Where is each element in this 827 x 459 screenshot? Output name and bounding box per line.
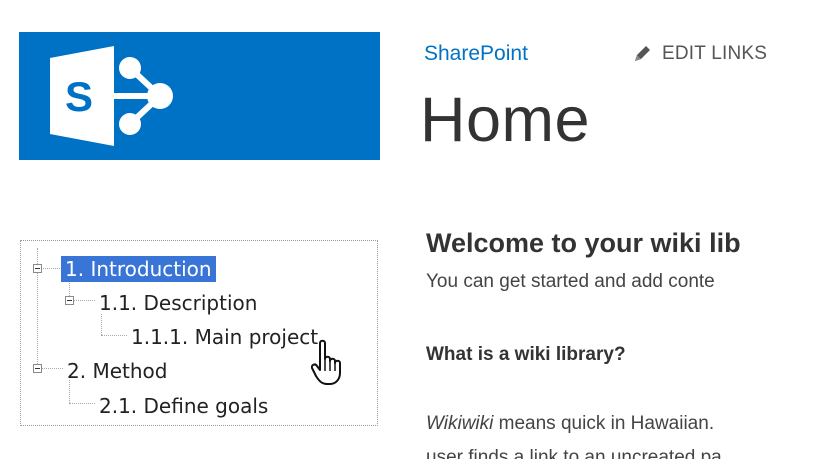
tree-connector	[69, 403, 95, 404]
logo-letter: S	[65, 73, 93, 120]
pencil-icon	[635, 46, 650, 61]
wiki-library-subheading: What is a wiki library?	[426, 344, 626, 365]
edit-links-button[interactable]: EDIT LINKS	[632, 43, 767, 65]
page-title: Home	[420, 85, 591, 155]
tree-node-description[interactable]: 1.1. Description	[99, 290, 257, 316]
tree-node-introduction[interactable]: 1. Introduction	[61, 256, 216, 282]
welcome-heading: Welcome to your wiki lib	[426, 228, 741, 258]
wiki-paragraph-text: means quick in Hawaiian.	[493, 413, 715, 434]
sharepoint-logo[interactable]: S	[19, 32, 380, 160]
intro-text: You can get started and add conte	[426, 271, 715, 292]
wiki-paragraph-next-line: user finds a link to an uncreated pa	[426, 447, 722, 459]
collapse-icon[interactable]	[33, 364, 42, 373]
tree-connector	[101, 314, 102, 335]
collapse-icon[interactable]	[65, 296, 74, 305]
wiki-term: Wikiwiki	[426, 413, 494, 434]
hand-pointer-icon	[311, 339, 341, 385]
site-title-link[interactable]: SharePoint	[424, 42, 528, 66]
sharepoint-logo-icon: S	[50, 46, 173, 146]
wiki-paragraph: Wikiwiki means quick in Hawaiian.	[426, 411, 714, 437]
edit-links-label: EDIT LINKS	[662, 43, 768, 64]
tree-node-main-project[interactable]: 1.1.1. Main project	[131, 324, 318, 350]
tree-node-method[interactable]: 2. Method	[67, 358, 167, 384]
tree-connector	[101, 335, 127, 336]
collapse-icon[interactable]	[33, 264, 42, 273]
tree-node-define-goals[interactable]: 2.1. Define goals	[99, 393, 268, 419]
page: S SharePoint EDIT LINKS Home 1. Introduc…	[0, 0, 827, 459]
